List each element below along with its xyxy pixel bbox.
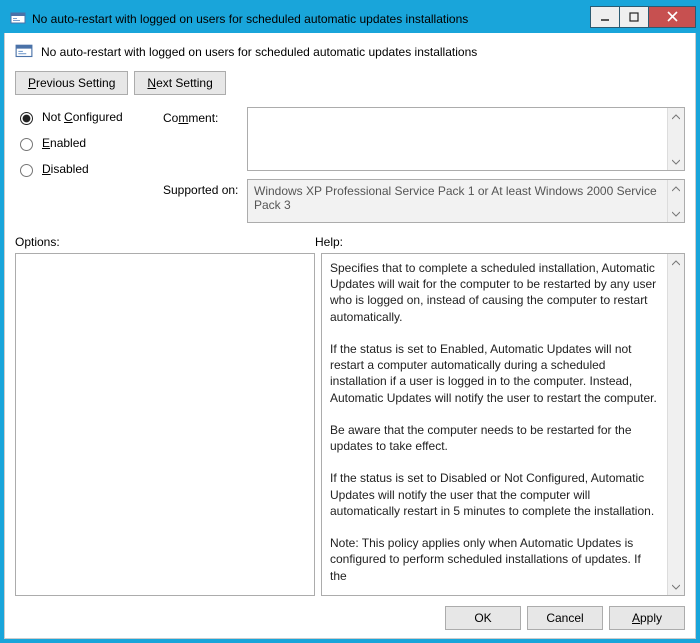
minimize-button[interactable] [590, 6, 620, 28]
comment-label: Comment: [163, 107, 243, 171]
app-icon [10, 11, 26, 27]
panels-row: Specifies that to complete a scheduled i… [15, 253, 685, 596]
radio-enabled-label: Enabled [42, 136, 86, 150]
previous-setting-button[interactable]: Previous Setting [15, 71, 128, 95]
help-panel: Specifies that to complete a scheduled i… [321, 253, 685, 596]
comment-textarea[interactable] [248, 108, 667, 170]
radio-enabled-input[interactable] [20, 138, 33, 151]
page-title: No auto-restart with logged on users for… [41, 45, 477, 59]
policy-dialog-window: No auto-restart with logged on users for… [4, 4, 696, 639]
options-label: Options: [15, 235, 315, 249]
ok-button[interactable]: OK [445, 606, 521, 630]
client-area: No auto-restart with logged on users for… [4, 33, 696, 639]
state-radios: Not Configured Enabled Disabled [15, 107, 159, 223]
titlebar[interactable]: No auto-restart with logged on users for… [4, 4, 696, 33]
next-setting-button[interactable]: Next Setting [134, 71, 225, 95]
comment-scrollbar[interactable] [667, 108, 684, 170]
header-row: No auto-restart with logged on users for… [15, 43, 685, 61]
apply-label-rest: pply [640, 611, 662, 625]
close-button[interactable] [648, 6, 696, 28]
supported-on-label: Supported on: [163, 179, 243, 223]
supported-on-box: Windows XP Professional Service Pack 1 o… [247, 179, 685, 223]
radio-disabled-input[interactable] [20, 164, 33, 177]
scroll-down-icon [668, 578, 684, 595]
scroll-up-icon [668, 180, 684, 197]
options-body [16, 254, 314, 595]
panel-labels: Options: Help: [15, 235, 685, 249]
help-scrollbar[interactable] [667, 254, 684, 595]
apply-button[interactable]: Apply [609, 606, 685, 630]
help-body: Specifies that to complete a scheduled i… [322, 254, 667, 595]
window-title: No auto-restart with logged on users for… [32, 12, 591, 26]
maximize-button[interactable] [619, 6, 649, 28]
cancel-button[interactable]: Cancel [527, 606, 603, 630]
nav-row: Previous Setting Next Setting [15, 71, 685, 95]
scroll-up-icon [668, 254, 684, 271]
apply-mnemonic: A [632, 611, 640, 625]
supported-on-text: Windows XP Professional Service Pack 1 o… [248, 180, 667, 222]
comment-box [247, 107, 685, 171]
help-label: Help: [315, 235, 343, 249]
radio-disabled-label: Disabled [42, 162, 89, 176]
scroll-down-icon [668, 153, 684, 170]
maximize-icon [629, 12, 639, 22]
minimize-icon [600, 12, 610, 22]
radio-not-configured[interactable]: Not Configured [15, 109, 159, 125]
window-buttons [591, 6, 696, 28]
config-grid: Not Configured Enabled Disabled Comment: [15, 107, 685, 223]
prev-label-rest: revious Setting [36, 76, 115, 90]
next-mnemonic: N [147, 76, 156, 90]
radio-enabled[interactable]: Enabled [15, 135, 159, 151]
scroll-up-icon [668, 108, 684, 125]
supported-scrollbar[interactable] [667, 180, 684, 222]
scroll-down-icon [668, 205, 684, 222]
radio-not-configured-input[interactable] [20, 112, 33, 125]
policy-icon [15, 43, 33, 61]
footer: OK Cancel Apply [15, 596, 685, 630]
next-label-rest: ext Setting [156, 76, 213, 90]
radio-not-configured-label: Not Configured [42, 110, 123, 124]
close-icon [667, 11, 678, 22]
options-panel [15, 253, 315, 596]
radio-disabled[interactable]: Disabled [15, 161, 159, 177]
prev-mnemonic: P [28, 76, 36, 90]
